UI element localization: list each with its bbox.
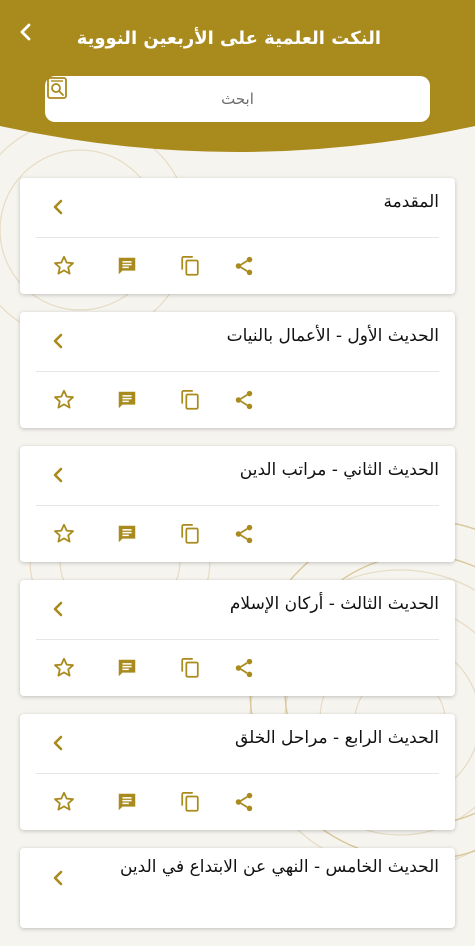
chevron-left-icon (53, 870, 63, 886)
list-item-title: الحديث الخامس - النهي عن الابتداع في الد… (119, 857, 439, 877)
card-actions (20, 520, 455, 548)
copy-button[interactable] (176, 654, 204, 682)
share-button[interactable] (230, 788, 258, 816)
favorite-star-icon (54, 255, 74, 275)
favorite-button[interactable] (50, 520, 78, 548)
chevron-left-icon (20, 23, 31, 41)
copy-icon (181, 657, 199, 678)
share-button[interactable] (230, 654, 258, 682)
share-button[interactable] (230, 252, 258, 280)
list-item-title: الحديث الأول - الأعمال بالنيات (226, 326, 439, 346)
copy-button[interactable] (176, 520, 204, 548)
share-button[interactable] (230, 386, 258, 414)
list-item-title: الحديث الثاني - مراتب الدين (239, 460, 439, 480)
list-item: الحديث الرابع - مراحل الخلق (20, 714, 455, 830)
list-item-title: الحديث الثالث - أركان الإسلام (229, 594, 439, 614)
share-icon (235, 658, 253, 678)
chevron-left-icon (53, 735, 63, 751)
page-title: النكت العلمية على الأربعين النووية (76, 28, 381, 49)
copy-icon (181, 523, 199, 544)
favorite-button[interactable] (50, 788, 78, 816)
list-item-header[interactable]: الحديث الرابع - مراحل الخلق (20, 714, 455, 772)
list-item-header[interactable]: الحديث الثاني - مراتب الدين (20, 446, 455, 504)
notes-icon (118, 257, 136, 275)
app-header: النكت العلمية على الأربعين النووية ابحث (0, 0, 475, 160)
divider (36, 773, 439, 774)
list-item-title: الحديث الرابع - مراحل الخلق (234, 728, 439, 748)
copy-icon (181, 389, 199, 410)
list-item-header[interactable]: الحديث الأول - الأعمال بالنيات (20, 312, 455, 370)
card-actions (20, 654, 455, 682)
card-actions (20, 252, 455, 280)
chevron-left-icon (53, 199, 63, 215)
favorite-star-icon (54, 657, 74, 677)
search-icon[interactable] (45, 76, 69, 100)
chevron-left-icon (53, 333, 63, 349)
share-icon (235, 524, 253, 544)
notes-button[interactable] (113, 386, 141, 414)
copy-button[interactable] (176, 788, 204, 816)
notes-icon (118, 391, 136, 409)
chevron-left-icon (53, 467, 63, 483)
notes-icon (118, 659, 136, 677)
copy-button[interactable] (176, 386, 204, 414)
copy-icon (181, 255, 199, 276)
divider (36, 371, 439, 372)
notes-button[interactable] (113, 252, 141, 280)
list-item-header[interactable]: الحديث الخامس - النهي عن الابتداع في الد… (20, 848, 455, 906)
favorite-button[interactable] (50, 654, 78, 682)
card-actions (20, 386, 455, 414)
notes-icon (118, 525, 136, 543)
card-actions (20, 788, 455, 816)
notes-icon (118, 793, 136, 811)
divider (36, 237, 439, 238)
favorite-button[interactable] (50, 386, 78, 414)
search-input[interactable]: ابحث (221, 90, 254, 108)
back-button[interactable] (18, 22, 48, 52)
notes-button[interactable] (113, 788, 141, 816)
notes-button[interactable] (113, 654, 141, 682)
share-icon (235, 792, 253, 812)
copy-icon (181, 791, 199, 812)
copy-button[interactable] (176, 252, 204, 280)
divider (36, 505, 439, 506)
favorite-button[interactable] (50, 252, 78, 280)
favorite-star-icon (54, 791, 74, 811)
list-item: الحديث الأول - الأعمال بالنيات (20, 312, 455, 428)
chevron-left-icon (53, 601, 63, 617)
share-button[interactable] (230, 520, 258, 548)
share-icon (235, 256, 253, 276)
notes-button[interactable] (113, 520, 141, 548)
list-item: الحديث الثاني - مراتب الدين (20, 446, 455, 562)
hadith-list: المقدمة الحديث الأول - الأعمال بالنيات ا… (20, 178, 455, 946)
list-item: الحديث الثالث - أركان الإسلام (20, 580, 455, 696)
divider (36, 639, 439, 640)
favorite-star-icon (54, 523, 74, 543)
list-item-header[interactable]: المقدمة (20, 178, 455, 236)
list-item-header[interactable]: الحديث الثالث - أركان الإسلام (20, 580, 455, 638)
share-icon (235, 390, 253, 410)
list-item: المقدمة (20, 178, 455, 294)
favorite-star-icon (54, 389, 74, 409)
search-bar[interactable]: ابحث (45, 76, 430, 122)
list-item: الحديث الخامس - النهي عن الابتداع في الد… (20, 848, 455, 928)
list-item-title: المقدمة (383, 192, 439, 212)
